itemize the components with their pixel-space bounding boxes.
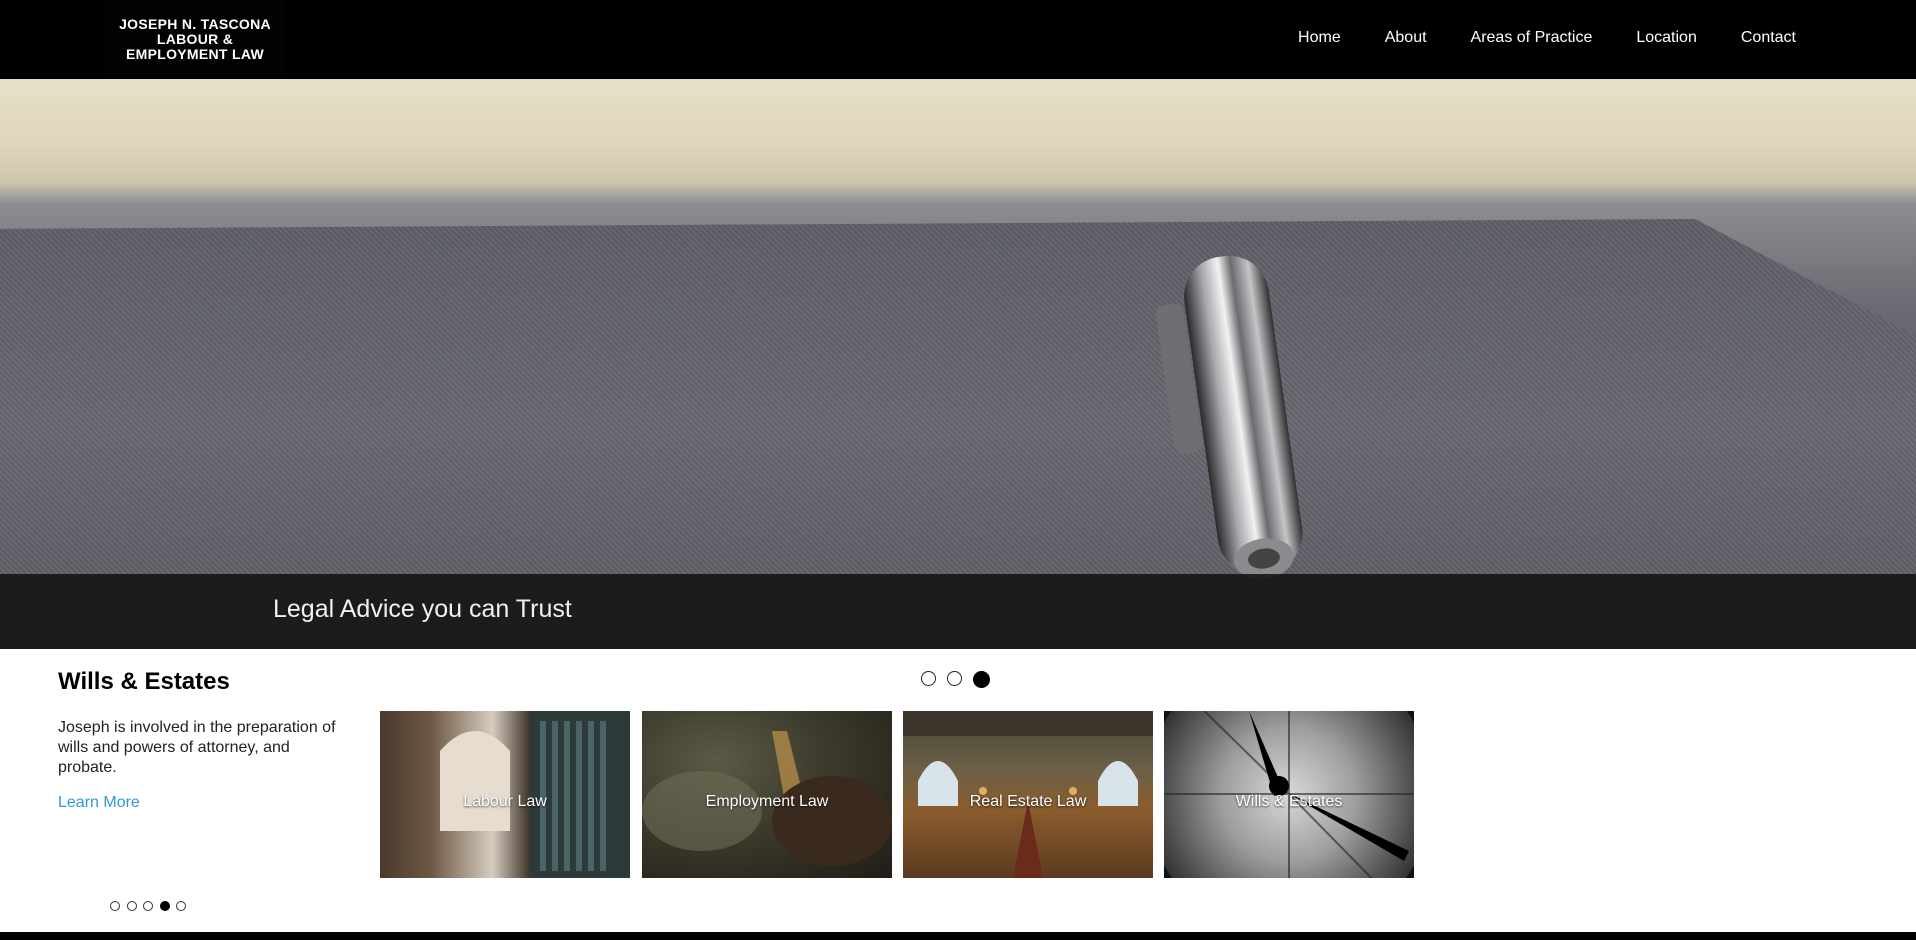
pen-image [1156,255,1303,579]
tile-wills-estates[interactable]: Wills & Estates [1164,711,1414,878]
feature-dot-2[interactable] [126,901,137,911]
nav-about[interactable]: About [1385,29,1427,47]
feature-description: Joseph is involved in the preparation of… [58,719,336,776]
main-nav: Home About Areas of Practice Location Co… [1254,0,1796,75]
tile-real-estate-law[interactable]: Real Estate Law [903,711,1153,878]
feature-dot-3[interactable] [143,901,153,911]
feature-title: Wills & Estates [58,668,230,695]
learn-more-link[interactable]: Learn More [58,794,140,812]
slider-dot-1[interactable] [921,671,936,686]
hero-slider-dots [921,671,1001,688]
feature-dot-5[interactable] [176,901,186,911]
tile-label: Real Estate Law [969,793,1087,810]
feature-dot-4[interactable] [159,901,170,911]
nav-areas-of-practice[interactable]: Areas of Practice [1471,29,1593,47]
nav-home[interactable]: Home [1298,29,1341,47]
logo-text: JOSEPH N. TASCONA LABOUR & EMPLOYMENT LA… [119,15,271,62]
feature-dot-1[interactable] [110,901,120,911]
tile-employment-law[interactable]: Employment Law [642,711,892,878]
nav-contact[interactable]: Contact [1741,29,1796,47]
tile-labour-law[interactable]: Labour Law [380,711,630,878]
tile-label: Wills & Estates [1235,793,1343,810]
feature-pagination-dots [110,901,193,911]
footer-bar [0,932,1916,940]
site-header: JOSEPH N. TASCONA LABOUR & EMPLOYMENT LA… [0,0,1916,79]
tile-label: Labour Law [463,793,547,810]
hero-caption: Legal Advice you can Trust [273,595,572,623]
hero-banner: Legal Advice you can Trust [0,79,1916,649]
tile-label: Employment Law [705,793,829,810]
slider-dot-3[interactable] [973,671,990,688]
nav-location[interactable]: Location [1636,29,1697,47]
slider-dot-2[interactable] [947,671,962,686]
site-logo[interactable]: JOSEPH N. TASCONA LABOUR & EMPLOYMENT LA… [105,0,285,78]
